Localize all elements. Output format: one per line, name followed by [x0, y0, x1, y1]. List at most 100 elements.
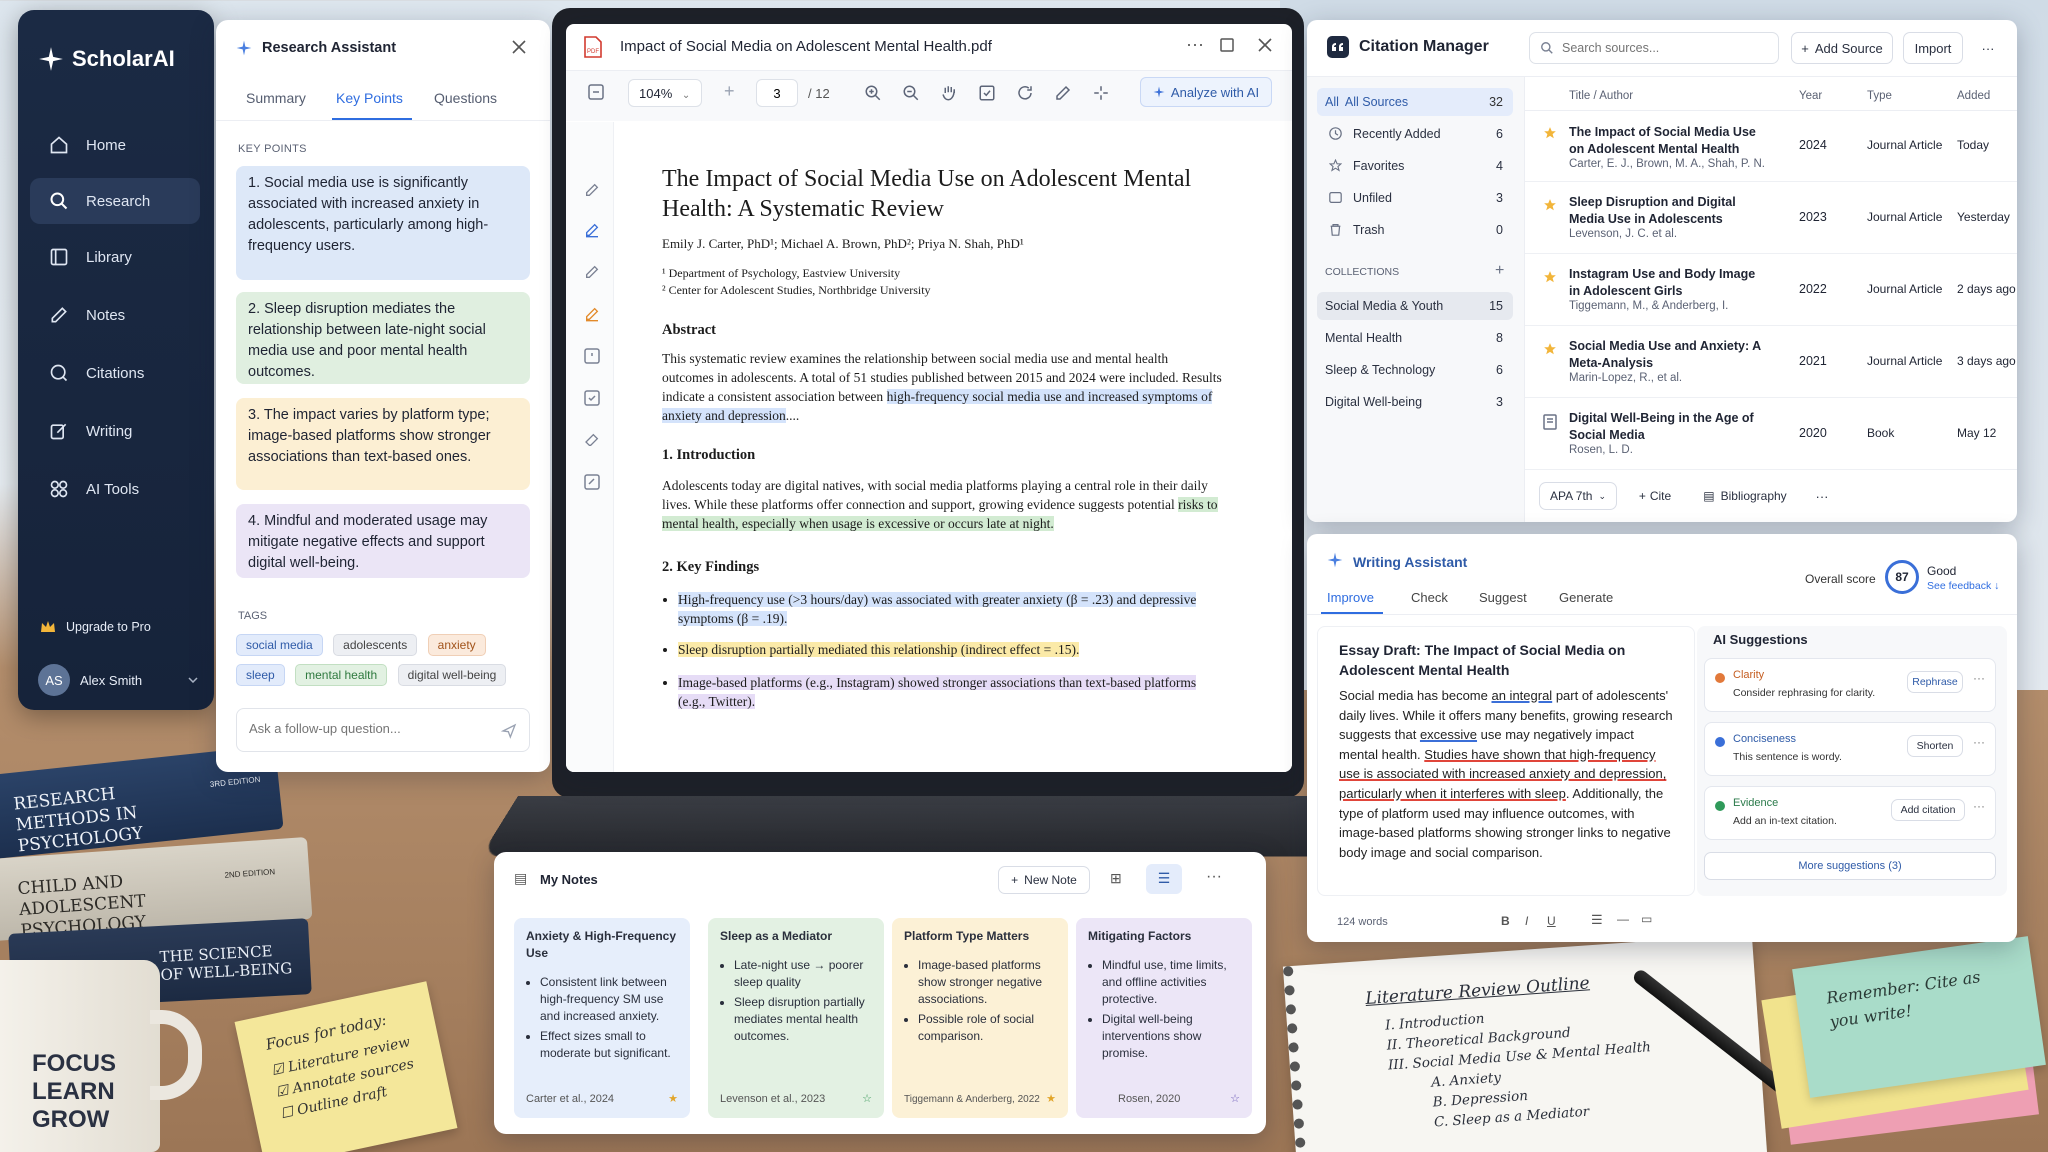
more-options-icon[interactable]: ···: [1973, 735, 1985, 749]
writing-tab-generate[interactable]: Generate: [1559, 590, 1613, 605]
source-search-input[interactable]: [1562, 41, 1762, 55]
key-point-2[interactable]: 2. Sleep disruption mediates the relatio…: [236, 292, 530, 384]
bold-button[interactable]: B: [1501, 914, 1510, 928]
tag[interactable]: sleep: [236, 664, 285, 686]
citation-style-select[interactable]: APA 7th ⌄: [1539, 482, 1617, 510]
grid-view-icon[interactable]: ⊞: [1110, 870, 1122, 887]
flagged-phrase[interactable]: an integral: [1491, 688, 1552, 703]
cite-button[interactable]: + Cite: [1627, 482, 1683, 510]
key-point-1[interactable]: 1. Social media use is significantly ass…: [236, 166, 530, 280]
page-up-icon[interactable]: +: [724, 81, 735, 102]
star-filled-icon[interactable]: ★: [1046, 1091, 1056, 1108]
more-options-icon[interactable]: ···: [1186, 34, 1204, 55]
collection-item[interactable]: Sleep & Technology 6: [1317, 356, 1513, 384]
highlight-blue[interactable]: High-frequency use (>3 hours/day) was as…: [678, 592, 1196, 626]
collection-item[interactable]: Social Media & Youth 15: [1317, 292, 1513, 320]
upgrade-link[interactable]: Upgrade to Pro: [40, 620, 151, 634]
collection-item[interactable]: Digital Well-being 3: [1317, 388, 1513, 416]
more-options-icon[interactable]: ···: [1206, 868, 1222, 886]
list-icon[interactable]: ☰: [1591, 912, 1603, 928]
highlight-purple[interactable]: Image-based platforms (e.g., Instagram) …: [678, 675, 1196, 709]
library-unfiled[interactable]: Unfiled 3: [1317, 184, 1513, 212]
writing-tab-improve[interactable]: Improve: [1327, 590, 1374, 605]
table-row[interactable]: The Impact of Social Media Use on Adoles…: [1525, 112, 2017, 182]
zoom-in-icon[interactable]: [864, 84, 882, 102]
table-row[interactable]: Digital Well-Being in the Age of Social …: [1525, 400, 2017, 470]
more-options-button[interactable]: ···: [1973, 32, 2003, 64]
sidebar-item-library[interactable]: Library: [30, 234, 200, 280]
highlight-active-icon[interactable]: [584, 222, 600, 238]
zoom-out-icon[interactable]: [902, 84, 920, 102]
column-header[interactable]: Type: [1867, 90, 1892, 102]
star-filled-icon[interactable]: [1543, 198, 1557, 212]
collection-item[interactable]: Mental Health 8: [1317, 324, 1513, 352]
note-card[interactable]: Mitigating Factors Mindful use, time lim…: [1076, 918, 1252, 1118]
tag[interactable]: mental health: [295, 664, 387, 686]
suggestion-evidence[interactable]: Evidence Add an in-text citation. Add ci…: [1704, 786, 1996, 840]
highlighter-orange-icon[interactable]: [584, 306, 600, 322]
new-note-button[interactable]: + New Note: [998, 866, 1090, 894]
more-options-button[interactable]: ···: [1807, 482, 1837, 510]
writing-tab-check[interactable]: Check: [1411, 590, 1448, 605]
marker-icon[interactable]: [584, 264, 600, 280]
note-card[interactable]: Sleep as a Mediator Late-night use → poo…: [708, 918, 884, 1118]
follow-up-input[interactable]: [249, 721, 489, 736]
tag[interactable]: social media: [236, 634, 323, 656]
writing-tab-suggest[interactable]: Suggest: [1479, 590, 1527, 605]
table-row[interactable]: Sleep Disruption and Digital Media Use i…: [1525, 184, 2017, 254]
brand[interactable]: ScholarAI: [38, 46, 175, 72]
table-row[interactable]: Instagram Use and Body Image in Adolesce…: [1525, 256, 2017, 326]
close-icon[interactable]: [1258, 38, 1272, 52]
star-filled-icon[interactable]: ★: [668, 1091, 678, 1108]
star-outline-icon[interactable]: ☆: [1230, 1091, 1240, 1108]
eraser-icon[interactable]: [584, 432, 600, 448]
star-filled-icon[interactable]: [1543, 342, 1557, 356]
highlight-yellow[interactable]: Sleep disruption partially mediated this…: [678, 642, 1079, 657]
italic-button[interactable]: I: [1525, 914, 1528, 928]
hand-tool-icon[interactable]: [940, 84, 958, 102]
sidebar-item-home[interactable]: Home: [30, 122, 200, 168]
more-options-icon[interactable]: ···: [1973, 671, 1985, 685]
see-feedback-link[interactable]: See feedback ↓: [1927, 580, 1999, 592]
sidebar-item-research[interactable]: Research: [30, 178, 200, 224]
library-all-sources[interactable]: All All Sources 32: [1317, 88, 1513, 116]
library-favorites[interactable]: Favorites 4: [1317, 152, 1513, 180]
tab-key-points[interactable]: Key Points: [336, 90, 403, 106]
import-button[interactable]: Import: [1903, 32, 1963, 64]
note-icon[interactable]: [584, 348, 600, 364]
magic-icon[interactable]: [1092, 84, 1110, 102]
column-header[interactable]: Added: [1957, 90, 1990, 102]
note-card[interactable]: Anxiety & High-Frequency Use Consistent …: [514, 918, 690, 1118]
maximize-icon[interactable]: [1220, 38, 1234, 52]
table-row[interactable]: Social Media Use and Anxiety: A Meta-Ana…: [1525, 328, 2017, 398]
comment-icon[interactable]: [584, 390, 600, 406]
tag[interactable]: adolescents: [333, 634, 417, 656]
sidebar-item-citations[interactable]: Citations: [30, 350, 200, 396]
tab-summary[interactable]: Summary: [246, 90, 306, 106]
star-outline-icon[interactable]: ☆: [862, 1091, 872, 1108]
close-icon[interactable]: [512, 40, 526, 54]
send-icon[interactable]: [501, 723, 517, 739]
analyze-with-ai-button[interactable]: Analyze with AI: [1140, 77, 1272, 107]
more-suggestions-button[interactable]: More suggestions (3): [1704, 852, 1996, 880]
essay-body[interactable]: Social media has become an integral part…: [1339, 686, 1673, 862]
rotate-icon[interactable]: [1016, 84, 1034, 102]
tag[interactable]: digital well-being: [398, 664, 507, 686]
page-number-input[interactable]: [756, 79, 798, 107]
shorten-button[interactable]: Shorten: [1907, 735, 1963, 757]
add-collection-icon[interactable]: +: [1495, 262, 1504, 280]
underline-button[interactable]: U: [1547, 914, 1556, 928]
star-filled-icon[interactable]: [1543, 270, 1557, 284]
zoom-select[interactable]: 104% ⌄: [628, 79, 702, 107]
list-view-icon[interactable]: ☰: [1146, 864, 1182, 894]
more-options-icon[interactable]: ···: [1973, 799, 1985, 813]
pen-tool-icon[interactable]: [1054, 84, 1072, 102]
divider-icon[interactable]: —: [1617, 912, 1629, 926]
column-header[interactable]: Year: [1799, 90, 1822, 102]
add-source-button[interactable]: + Add Source: [1791, 32, 1893, 64]
rephrase-button[interactable]: Rephrase: [1907, 671, 1963, 693]
key-point-4[interactable]: 4. Mindful and moderated usage may mitig…: [236, 504, 530, 578]
add-citation-button[interactable]: Add citation: [1891, 799, 1965, 821]
note-card[interactable]: Platform Type Matters Image-based platfo…: [892, 918, 1068, 1118]
sidebar-toggle-icon[interactable]: [588, 84, 604, 100]
